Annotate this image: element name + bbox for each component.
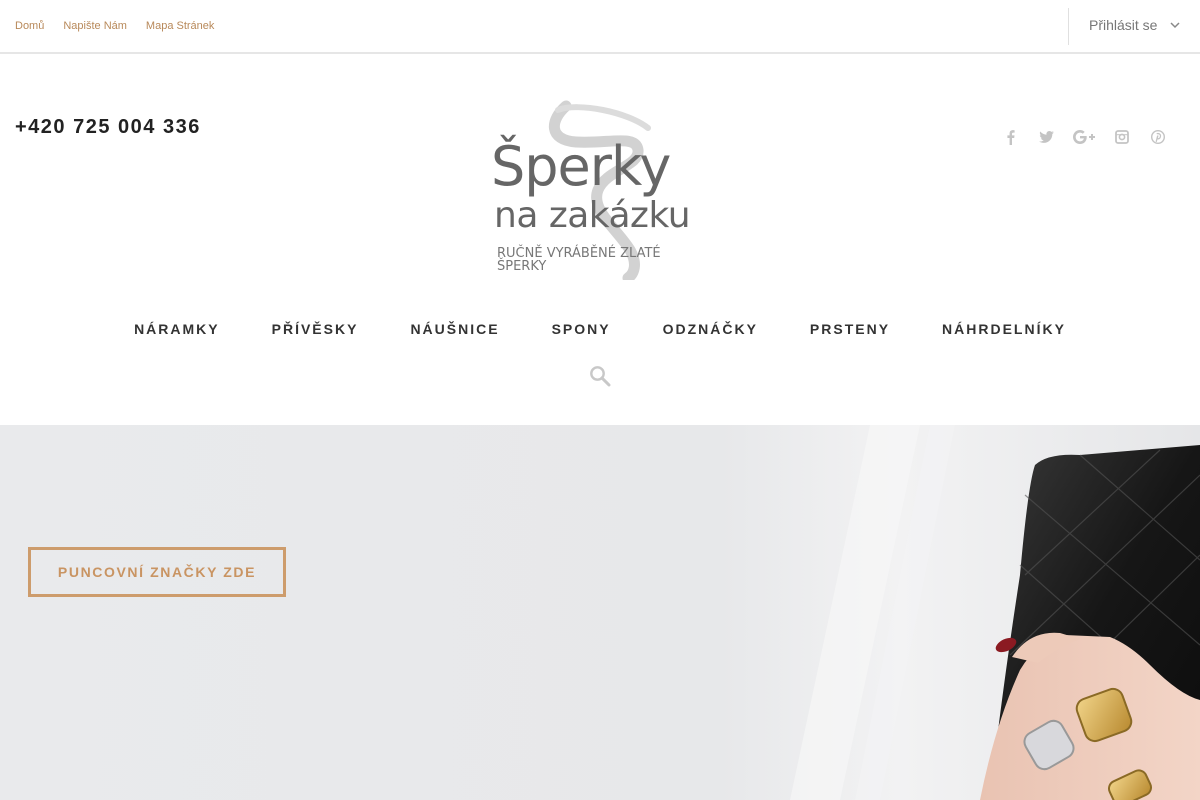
nav-item-privesky[interactable]: PŘÍVĚSKY — [246, 321, 385, 337]
hallmarks-button[interactable]: PUNCOVNÍ ZNAČKY ZDE — [28, 547, 286, 597]
top-link-sitemap[interactable]: Mapa Stránek — [146, 20, 214, 32]
logo-line1: Šperky — [491, 135, 671, 198]
top-divider — [1068, 8, 1069, 45]
nav-item-odznacky[interactable]: ODZNÁČKY — [637, 321, 784, 337]
facebook-icon[interactable] — [1000, 128, 1020, 146]
nav-item-prsteny[interactable]: PRSTENY — [784, 321, 916, 337]
pinterest-icon[interactable] — [1148, 128, 1168, 146]
top-link-contact[interactable]: Napište Nám — [63, 20, 127, 32]
login-label: Přihlásit se — [1089, 17, 1158, 33]
phone-number[interactable]: +420 725 004 336 — [15, 116, 201, 139]
chevron-down-icon — [1170, 22, 1180, 29]
top-link-home[interactable]: Domů — [15, 20, 44, 32]
logo-tagline: RUČNĚ VYRÁBĚNÉ ZLATÉ ŠPERKY — [497, 246, 661, 274]
nav-item-nausnice[interactable]: NÁUŠNICE — [384, 321, 525, 337]
hero-image — [790, 425, 1200, 800]
instagram-icon[interactable] — [1112, 128, 1132, 146]
nav-item-spony[interactable]: SPONY — [526, 321, 637, 337]
nav-item-nahrdelniky[interactable]: NÁHRDELNÍKY — [916, 321, 1092, 337]
social-links — [1000, 128, 1168, 146]
search-icon[interactable] — [588, 364, 612, 388]
logo-line2: na zakázku — [494, 195, 691, 236]
nav-item-naramky[interactable]: NÁRAMKY — [108, 321, 246, 337]
login-dropdown[interactable]: Přihlásit se — [1089, 17, 1181, 33]
site-logo[interactable]: Šperky na zakázku RUČNĚ VYRÁBĚNÉ ZLATÉ Š… — [488, 100, 714, 280]
hero-banner: PUNCOVNÍ ZNAČKY ZDE — [0, 425, 1200, 800]
top-bar: Domů Napište Nám Mapa Stránek Přihlásit … — [0, 0, 1200, 54]
twitter-icon[interactable] — [1036, 128, 1056, 146]
top-links: Domů Napište Nám Mapa Stránek — [15, 20, 214, 32]
main-nav: NÁRAMKY PŘÍVĚSKY NÁUŠNICE SPONY ODZNÁČKY… — [0, 321, 1200, 337]
google-plus-icon[interactable] — [1072, 128, 1096, 146]
